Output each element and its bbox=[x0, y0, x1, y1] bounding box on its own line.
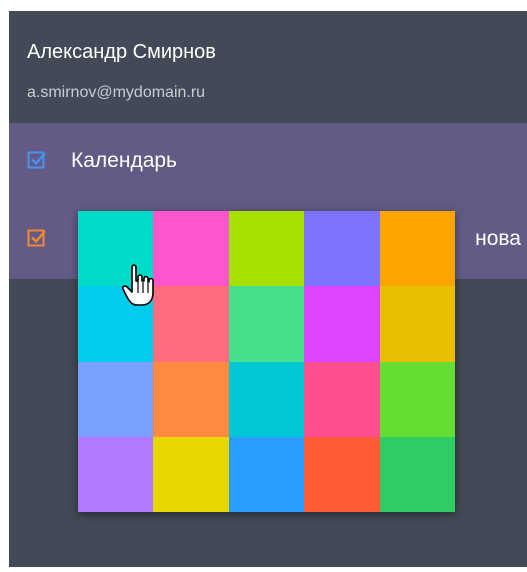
color-swatch[interactable] bbox=[153, 286, 229, 362]
color-swatch[interactable] bbox=[304, 436, 380, 512]
color-swatch[interactable] bbox=[78, 286, 154, 362]
color-swatch[interactable] bbox=[228, 286, 305, 362]
color-swatch[interactable] bbox=[379, 211, 455, 287]
user-header: Александр Смирнов a.smirnov@mydomain.ru bbox=[9, 11, 527, 123]
color-swatch[interactable] bbox=[304, 211, 380, 287]
user-name: Александр Смирнов bbox=[27, 41, 216, 63]
color-swatch[interactable] bbox=[228, 361, 305, 437]
color-swatch[interactable] bbox=[379, 286, 455, 362]
checkbox-checked-icon[interactable] bbox=[27, 150, 47, 170]
color-swatch[interactable] bbox=[304, 286, 380, 362]
checkbox-checked-icon[interactable] bbox=[27, 228, 47, 248]
color-swatch[interactable] bbox=[153, 436, 229, 512]
color-swatch[interactable] bbox=[228, 436, 305, 512]
color-swatch[interactable] bbox=[379, 361, 455, 437]
calendar-item-label: Календарь bbox=[71, 149, 177, 172]
user-email: a.smirnov@mydomain.ru bbox=[27, 84, 206, 101]
color-swatch[interactable] bbox=[153, 361, 229, 437]
color-swatch[interactable] bbox=[304, 361, 380, 437]
color-swatch[interactable] bbox=[78, 436, 154, 512]
calendar-item[interactable]: Календарь bbox=[9, 123, 527, 201]
color-swatch[interactable] bbox=[78, 211, 154, 287]
calendar-item-label: нова bbox=[475, 227, 521, 250]
color-swatch[interactable] bbox=[153, 211, 229, 287]
color-swatch[interactable] bbox=[228, 211, 305, 287]
color-swatch[interactable] bbox=[78, 361, 154, 437]
color-swatch[interactable] bbox=[379, 436, 455, 512]
color-picker-popup bbox=[78, 211, 455, 512]
